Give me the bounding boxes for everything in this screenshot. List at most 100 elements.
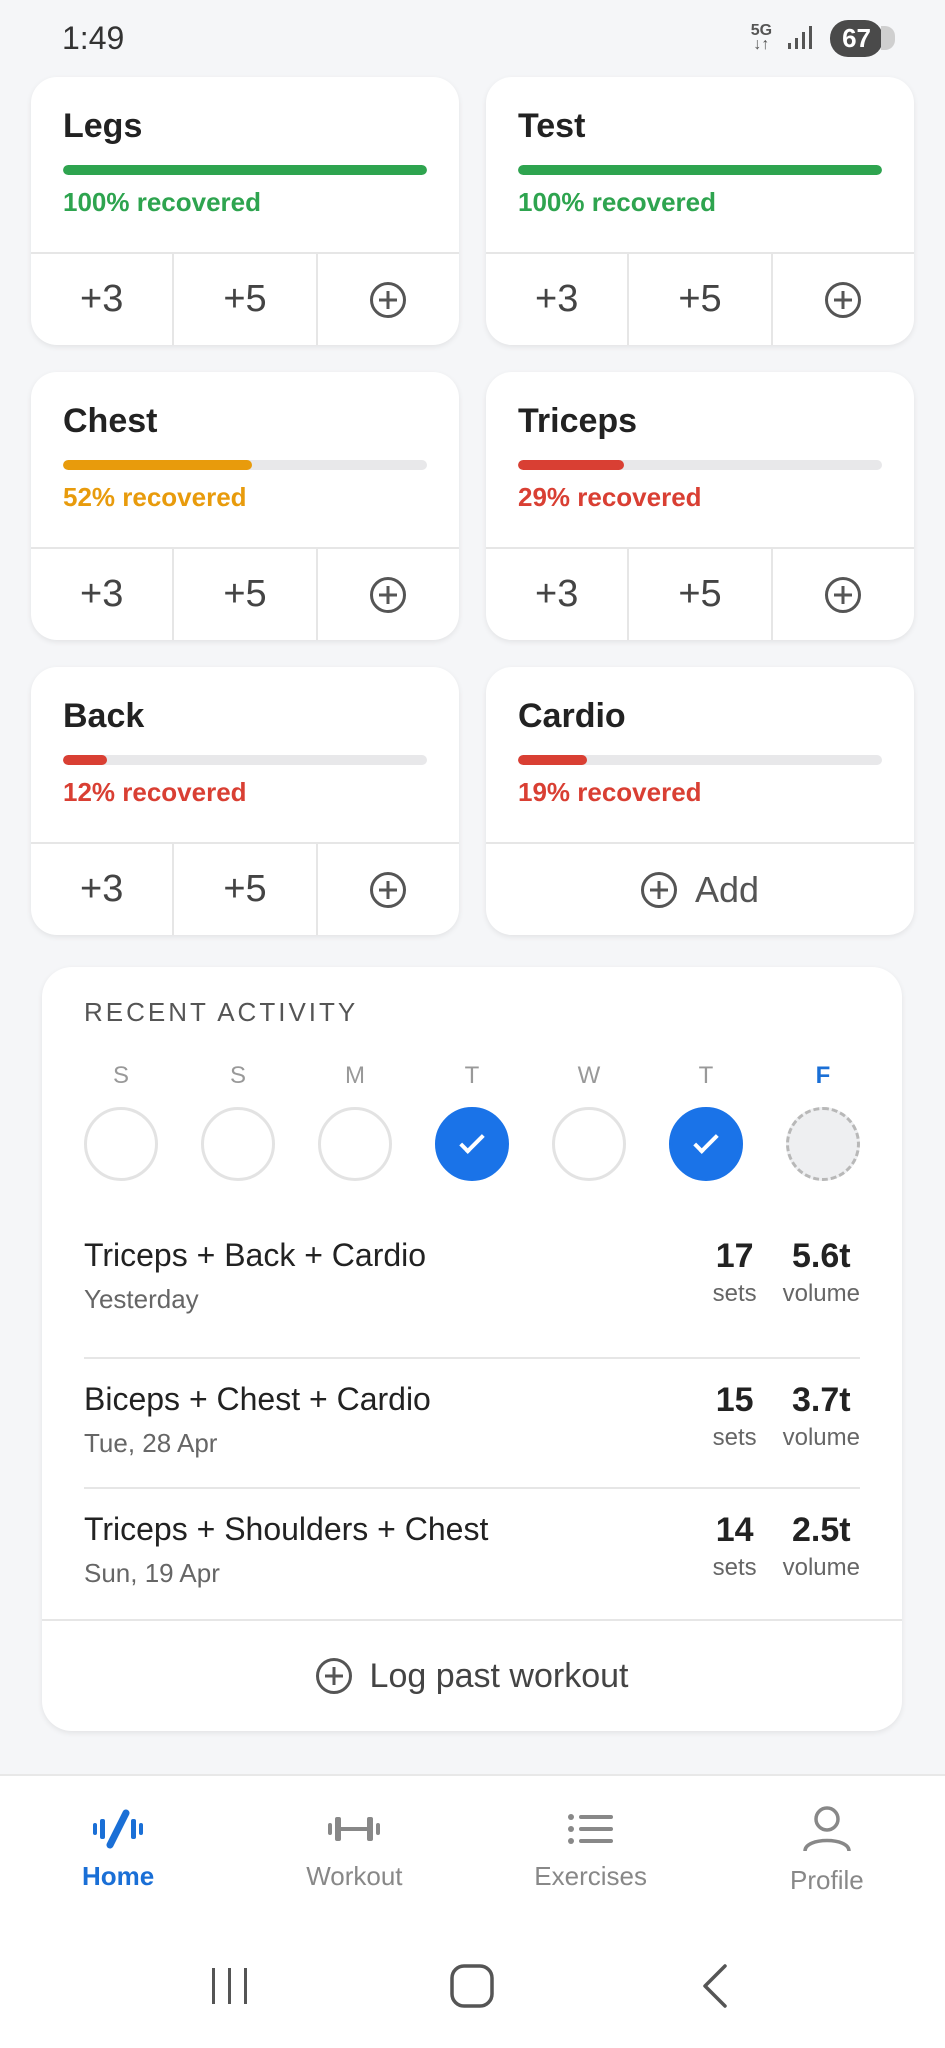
card-header: Back 12% recovered xyxy=(31,667,459,844)
workout-row[interactable]: Biceps + Chest + Cardio Tue, 28 Apr 15 se… xyxy=(84,1357,860,1487)
day-letter: W xyxy=(577,1062,601,1089)
add-5-button[interactable]: +5 xyxy=(172,549,315,640)
add-3-button[interactable]: +3 xyxy=(31,844,172,935)
log-past-workout-button[interactable]: Log past workout xyxy=(42,1619,902,1731)
workout-row[interactable]: Triceps + Back + Cardio Yesterday 17 sets… xyxy=(84,1227,860,1357)
card-actions: +3 +5 xyxy=(486,549,914,640)
sets-label: sets xyxy=(712,1280,757,1307)
workout-row[interactable]: Triceps + Shoulders + Chest Sun, 19 Apr … xyxy=(84,1487,860,1617)
recovery-status: 19% recovered xyxy=(518,777,702,807)
muscle-card-test[interactable]: Test 100% recovered +3 +5 xyxy=(486,77,914,345)
day-circle xyxy=(201,1107,275,1181)
add-custom-button[interactable] xyxy=(770,254,914,345)
day-wed[interactable]: W xyxy=(552,1062,626,1181)
card-title: Back xyxy=(63,697,145,735)
recovery-bar-fill xyxy=(518,460,624,470)
day-mon[interactable]: M xyxy=(318,1062,392,1181)
sets-label: sets xyxy=(712,1424,757,1451)
add-3-button[interactable]: +3 xyxy=(31,254,172,345)
workout-stats: 14 sets 2.5t volume xyxy=(713,1511,860,1582)
muscle-card-chest[interactable]: Chest 52% recovered +3 +5 xyxy=(31,372,459,640)
recovery-status: 52% recovered xyxy=(63,482,247,512)
nav-label: Exercises xyxy=(534,1860,647,1891)
day-circle xyxy=(786,1107,860,1181)
recovery-bar-fill xyxy=(518,755,588,765)
network-5g-icon: 5G ↓↑ xyxy=(750,22,773,53)
workout-name: Biceps + Chest + Cardio xyxy=(84,1381,431,1417)
add-custom-button[interactable] xyxy=(315,549,459,640)
plus-circle-icon xyxy=(315,1658,352,1694)
home-activity-icon xyxy=(93,1809,144,1848)
back-icon[interactable] xyxy=(693,1962,737,2010)
recent-apps-icon[interactable] xyxy=(208,1964,252,2008)
nav-item-workout[interactable]: Workout xyxy=(236,1776,472,1924)
add-5-button[interactable]: +5 xyxy=(627,549,770,640)
workout-info: Triceps + Shoulders + Chest Sun, 19 Apr xyxy=(84,1511,488,1589)
plus-circle-icon xyxy=(370,281,407,318)
day-circle xyxy=(669,1107,743,1181)
volume-label: volume xyxy=(782,1554,860,1581)
day-tue[interactable]: T xyxy=(435,1062,509,1181)
add-5-button[interactable]: +5 xyxy=(627,254,770,345)
profile-icon xyxy=(803,1805,851,1852)
day-circle xyxy=(84,1107,158,1181)
system-nav-bar xyxy=(0,1924,945,2048)
muscle-card-legs[interactable]: Legs 100% recovered +3 +5 xyxy=(31,77,459,345)
recovery-status: 100% recovered xyxy=(518,187,717,217)
workout-stats: 17 sets 5.6t volume xyxy=(713,1237,860,1308)
add-custom-button[interactable] xyxy=(315,844,459,935)
log-past-label: Log past workout xyxy=(369,1656,629,1695)
day-thu[interactable]: T xyxy=(669,1062,743,1181)
dumbbell-icon xyxy=(328,1816,381,1841)
sets-value: 17 xyxy=(715,1237,754,1275)
volume-value: 3.7t xyxy=(792,1381,851,1419)
add-custom-button[interactable] xyxy=(770,549,914,640)
muscle-card-back[interactable]: Back 12% recovered +3 +5 xyxy=(31,667,459,935)
recovery-bar xyxy=(63,165,427,175)
status-time: 1:49 xyxy=(62,19,125,56)
workout-stats: 15 sets 3.7t volume xyxy=(713,1381,860,1452)
add-5-button[interactable]: +5 xyxy=(172,844,315,935)
day-circle xyxy=(435,1107,509,1181)
day-letter: T xyxy=(698,1062,714,1089)
card-header: Test 100% recovered xyxy=(486,77,914,254)
nav-item-exercises[interactable]: Exercises xyxy=(473,1776,709,1924)
card-title: Triceps xyxy=(518,402,638,440)
check-icon xyxy=(693,1128,719,1154)
recovery-status: 100% recovered xyxy=(63,187,262,217)
add-custom-button[interactable] xyxy=(315,254,459,345)
day-letter: S xyxy=(112,1062,129,1089)
workout-info: Triceps + Back + Cardio Yesterday xyxy=(84,1237,426,1315)
add-3-button[interactable]: +3 xyxy=(486,549,627,640)
day-letter: M xyxy=(345,1062,365,1089)
day-sat[interactable]: S xyxy=(84,1062,158,1181)
nav-item-profile[interactable]: Profile xyxy=(709,1776,945,1924)
card-header: Triceps 29% recovered xyxy=(486,372,914,549)
day-letter: T xyxy=(464,1062,480,1089)
recovery-bar-fill xyxy=(63,460,253,470)
card-title: Chest xyxy=(63,402,158,440)
sets-stat: 15 sets xyxy=(713,1381,757,1452)
home-system-icon[interactable] xyxy=(448,1962,496,2010)
nav-label: Home xyxy=(82,1860,155,1891)
sets-value: 15 xyxy=(715,1381,754,1419)
status-bar: 1:49 5G ↓↑ 67 xyxy=(0,0,945,76)
add-3-button[interactable]: +3 xyxy=(31,549,172,640)
muscle-card-triceps[interactable]: Triceps 29% recovered +3 +5 xyxy=(486,372,914,640)
card-actions: +3 +5 xyxy=(486,254,914,345)
muscle-card-cardio[interactable]: Cardio 19% recovered Add xyxy=(486,667,914,935)
workout-name: Triceps + Shoulders + Chest xyxy=(84,1511,489,1547)
add-button[interactable]: Add xyxy=(486,844,914,935)
add-3-button[interactable]: +3 xyxy=(486,254,627,345)
day-fri[interactable]: F xyxy=(786,1062,860,1181)
nav-item-home[interactable]: Home xyxy=(0,1776,236,1924)
card-title: Test xyxy=(518,107,586,145)
volume-label: volume xyxy=(782,1424,860,1451)
recovery-status: 29% recovered xyxy=(518,482,702,512)
add-5-button[interactable]: +5 xyxy=(172,254,315,345)
card-actions: +3 +5 xyxy=(31,844,459,935)
week-strip: S S M T W T F xyxy=(84,1062,860,1181)
recent-activity-card: RECENT ACTIVITY S S M T W T F Triceps + … xyxy=(42,967,902,1731)
day-sun[interactable]: S xyxy=(201,1062,275,1181)
volume-value: 2.5t xyxy=(792,1511,851,1549)
